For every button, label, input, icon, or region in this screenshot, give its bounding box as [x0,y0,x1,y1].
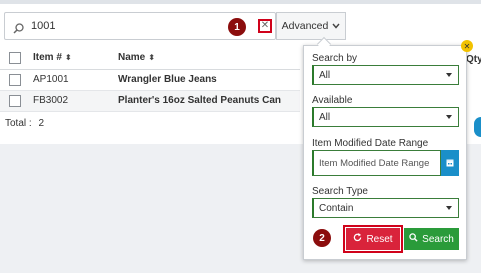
search-by-value: All [319,69,331,81]
table-header-row: Item # ⬍ Name ⬍ [0,47,300,70]
name-column-header[interactable]: Name [118,52,145,63]
total-count: Total : 2 [5,118,44,129]
search-by-label: Search by [312,53,358,64]
search-type-label: Search Type [312,186,368,197]
chevron-down-icon [332,21,340,31]
row-checkbox[interactable] [9,73,21,86]
step-marker-1: 1 [228,18,246,36]
row-checkbox[interactable] [9,94,21,107]
close-icon: ✕ [463,41,471,51]
close-icon: ✕ [260,20,270,31]
scroll-action-button[interactable] [474,117,481,137]
dropdown-caret-icon [446,73,452,77]
search-by-select[interactable]: All [312,65,459,85]
search-icon [409,233,418,245]
reset-label: Reset [366,233,393,245]
advanced-search-panel: Search by All Available All Item Modifie… [303,45,467,260]
total-label: Total : [5,118,32,129]
table-row[interactable]: AP1001 Wrangler Blue Jeans [0,69,300,91]
item-column-header[interactable]: Item # [33,52,62,63]
search-type-value: Contain [319,202,354,214]
total-value: 2 [38,118,45,129]
item-name: Planter's 16oz Salted Peanuts Can [118,95,281,106]
available-select[interactable]: All [312,107,459,127]
clear-search-button[interactable]: ✕ [258,19,272,33]
search-button[interactable]: Search [404,228,459,250]
sort-icon[interactable]: ⬍ [148,53,155,62]
item-name: Wrangler Blue Jeans [118,74,217,85]
calendar-icon [446,154,454,172]
item-number: FB3002 [33,95,69,106]
sort-icon[interactable]: ⬍ [65,53,72,62]
close-panel-button[interactable]: ✕ [461,40,473,52]
reset-button[interactable]: Reset [343,225,403,253]
search-type-select[interactable]: Contain [312,198,459,218]
search-label: Search [422,233,454,245]
table-row[interactable]: FB3002 Planter's 16oz Salted Peanuts Can [0,90,300,112]
advanced-label: Advanced [281,20,329,32]
select-all-checkbox[interactable] [9,51,21,64]
search-icon [13,21,24,34]
date-range-label: Item Modified Date Range [312,138,429,149]
step-marker-2: 2 [313,229,331,247]
refresh-icon [353,233,362,245]
available-label: Available [312,95,353,106]
search-input[interactable]: 1001 [31,20,55,32]
dropdown-caret-icon [446,206,452,210]
calendar-button[interactable] [441,150,459,176]
advanced-button[interactable]: Advanced [276,12,346,40]
date-range-input[interactable]: Item Modified Date Range [312,150,441,176]
item-number: AP1001 [33,74,69,85]
qty-column-header[interactable]: Qty [466,54,481,65]
available-value: All [319,111,331,123]
results-table: Item # ⬍ Name ⬍ AP1001 Wrangler Blue Jeans… [0,47,300,112]
dropdown-caret-icon [446,115,452,119]
